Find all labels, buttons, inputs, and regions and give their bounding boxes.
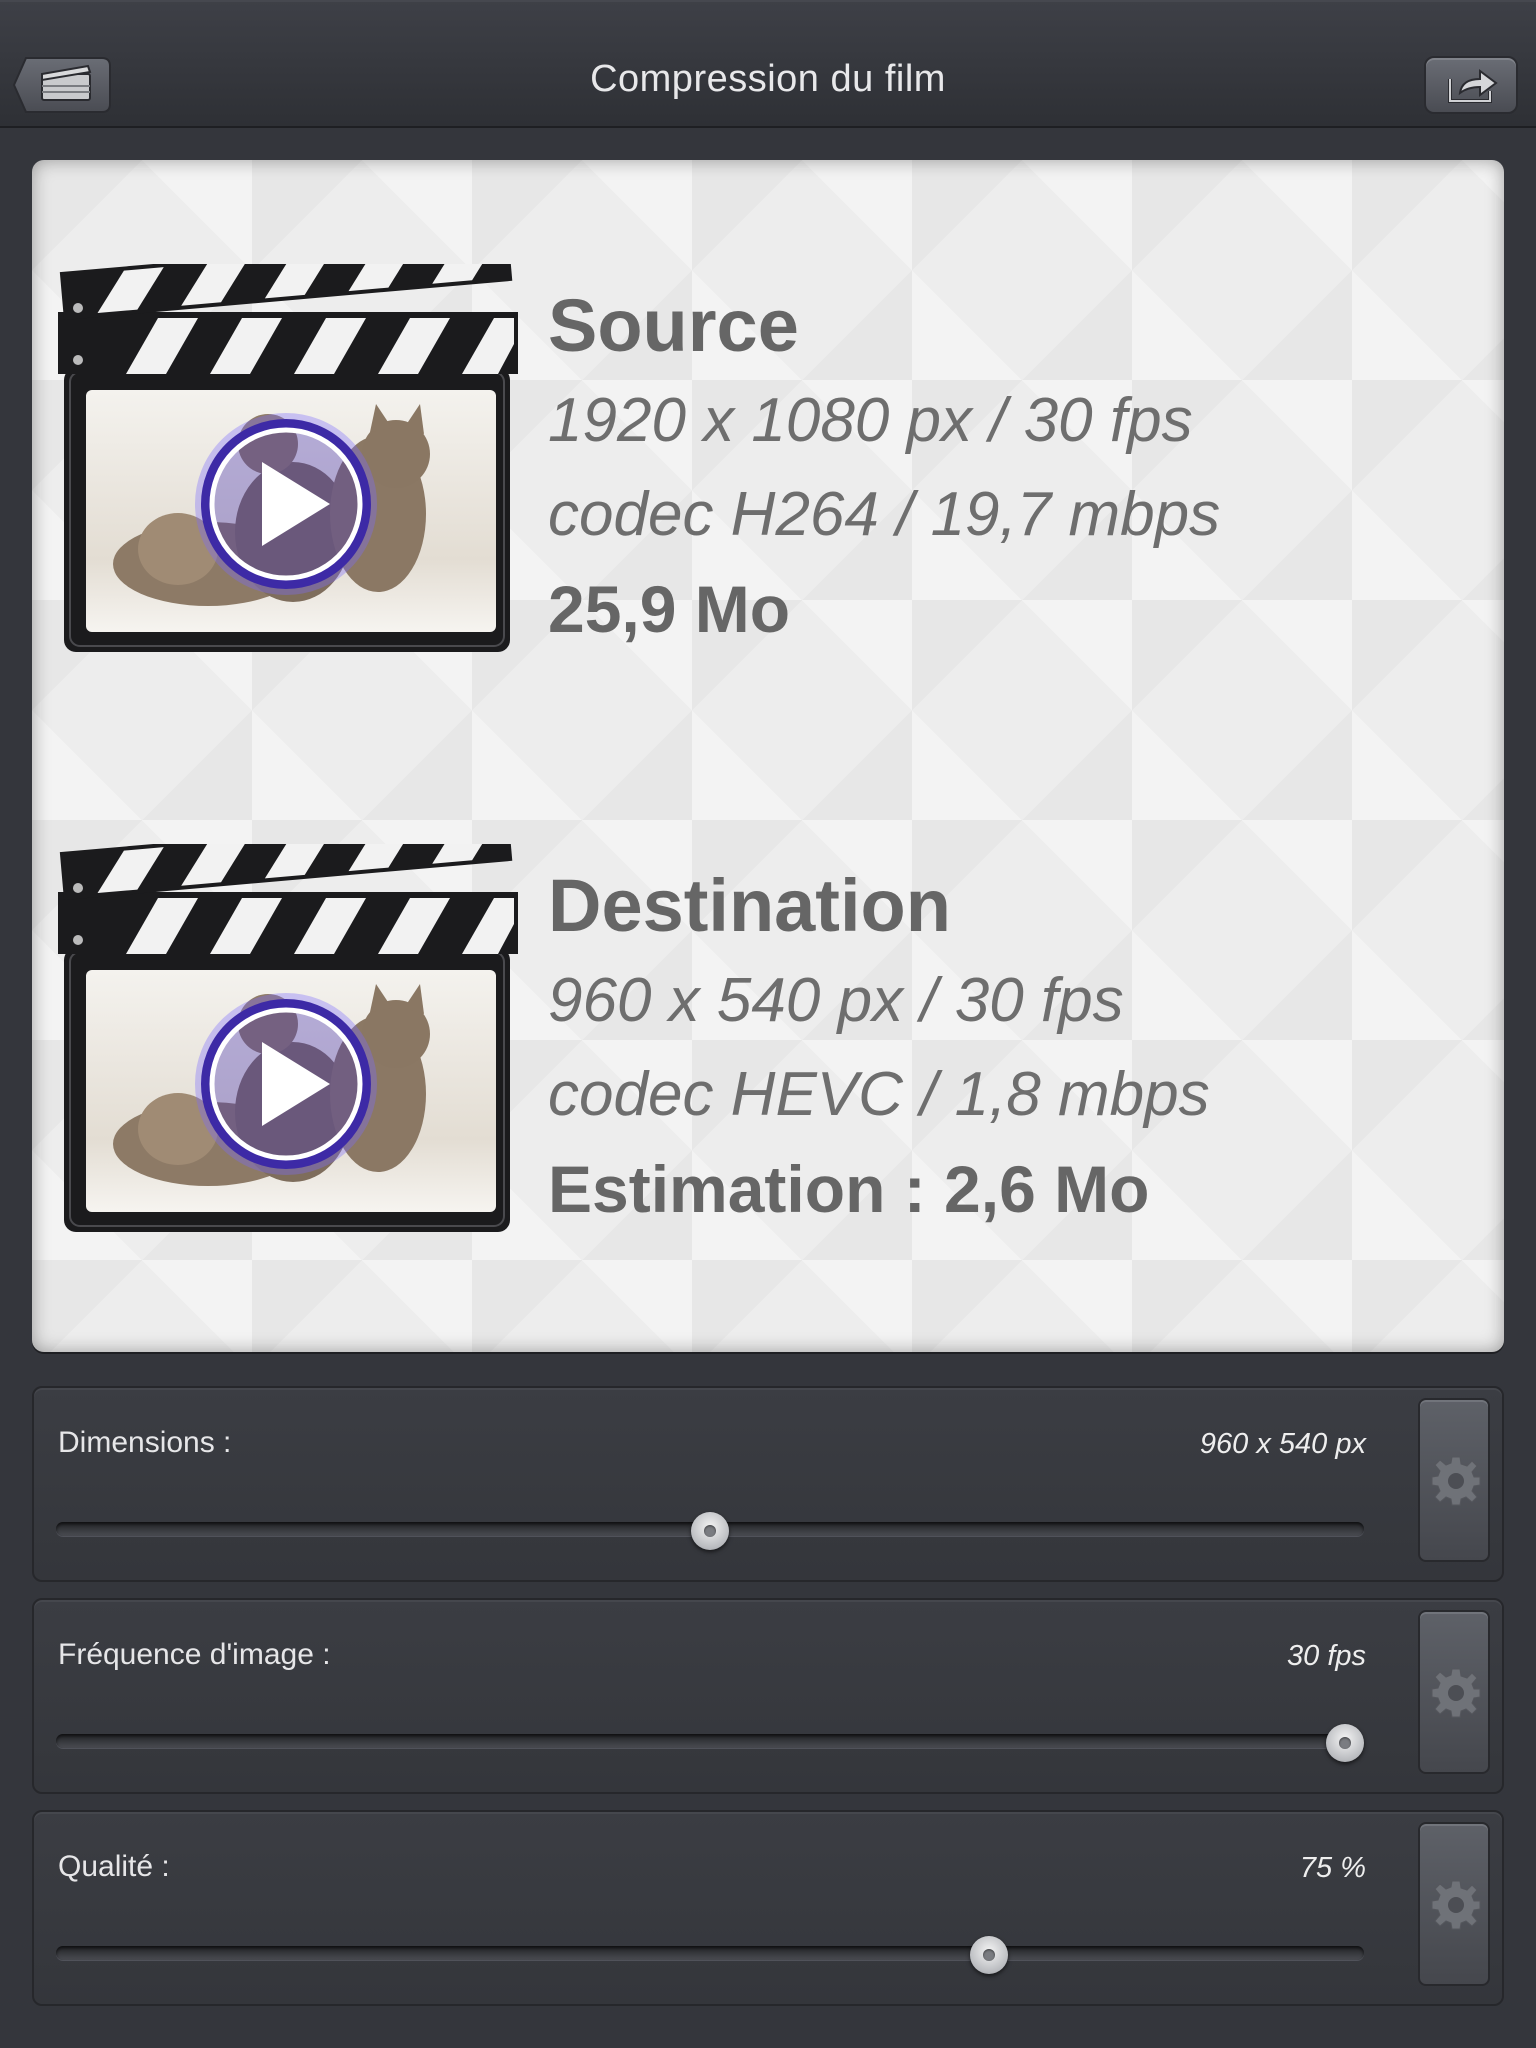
frame-rate-panel: Fréquence d'image : 30 fps bbox=[32, 1598, 1504, 1794]
frame-rate-slider-thumb[interactable] bbox=[1326, 1724, 1364, 1762]
source-resolution: 1920 x 1080 px / 30 fps bbox=[548, 386, 1193, 455]
source-size: 25,9 Mo bbox=[548, 572, 791, 646]
quality-slider-track[interactable] bbox=[56, 1946, 1364, 1960]
dimensions-label: Dimensions : bbox=[58, 1426, 232, 1459]
destination-codec: codec HEVC / 1,8 mbps bbox=[548, 1060, 1210, 1129]
source-heading: Source bbox=[548, 284, 799, 367]
dimensions-value: 960 x 540 px bbox=[1199, 1428, 1366, 1460]
source-info: Source 1920 x 1080 px / 30 fps codec H26… bbox=[548, 278, 1220, 656]
frame-rate-value: 30 fps bbox=[1287, 1640, 1366, 1672]
quality-label: Qualité : bbox=[58, 1850, 170, 1883]
dimensions-panel: Dimensions : 960 x 540 px bbox=[32, 1386, 1504, 1582]
destination-size-estimate: Estimation : 2,6 Mo bbox=[548, 1152, 1150, 1226]
dimensions-slider-thumb[interactable] bbox=[691, 1512, 729, 1550]
gear-icon bbox=[1431, 1668, 1481, 1718]
destination-resolution: 960 x 540 px / 30 fps bbox=[548, 966, 1124, 1035]
page-title: Compression du film bbox=[590, 58, 946, 100]
quality-value: 75 % bbox=[1299, 1852, 1366, 1884]
destination-clapperboard-icon bbox=[58, 844, 518, 1232]
destination-heading: Destination bbox=[548, 864, 951, 947]
source-clapperboard-icon bbox=[58, 264, 518, 652]
share-icon bbox=[1448, 69, 1498, 103]
quality-panel: Qualité : 75 % bbox=[32, 1810, 1504, 2006]
share-button[interactable] bbox=[1424, 56, 1518, 114]
quality-settings-button[interactable] bbox=[1418, 1822, 1490, 1986]
video-info-panel: Source 1920 x 1080 px / 30 fps codec H26… bbox=[32, 160, 1504, 1352]
navigation-bar: Compression du film bbox=[0, 0, 1536, 128]
quality-slider-thumb[interactable] bbox=[970, 1936, 1009, 1974]
dimensions-settings-button[interactable] bbox=[1418, 1398, 1490, 1562]
gear-icon bbox=[1431, 1880, 1481, 1930]
source-codec: codec H264 / 19,7 mbps bbox=[548, 480, 1221, 549]
frame-rate-label: Fréquence d'image : bbox=[58, 1638, 331, 1671]
frame-rate-settings-button[interactable] bbox=[1418, 1610, 1490, 1774]
frame-rate-slider-track[interactable] bbox=[56, 1734, 1364, 1748]
destination-info: Destination 960 x 540 px / 30 fps codec … bbox=[548, 858, 1210, 1236]
gear-icon bbox=[1431, 1456, 1481, 1506]
